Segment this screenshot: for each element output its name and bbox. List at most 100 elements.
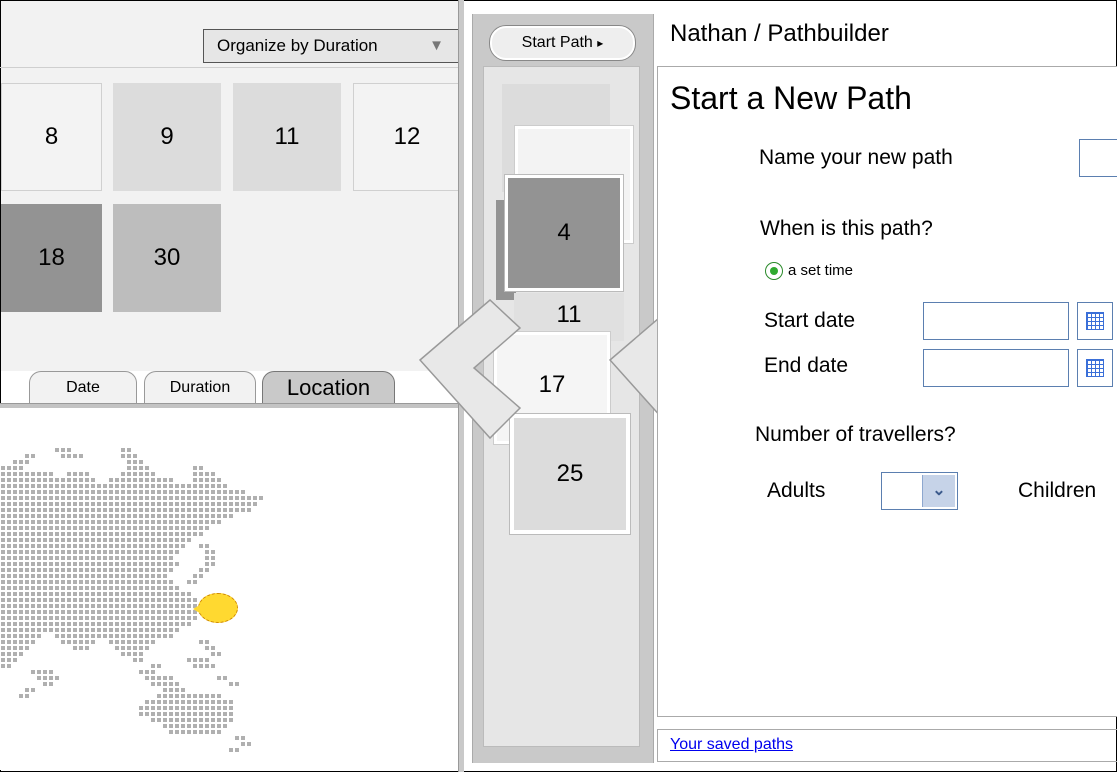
map-dot [115, 562, 119, 566]
duration-tile[interactable]: 9 [113, 83, 221, 191]
calendar-icon [1086, 312, 1104, 330]
map-dot [151, 544, 155, 548]
map-dot [205, 490, 209, 494]
duration-tile[interactable]: 30 [113, 204, 221, 312]
map-dot [25, 532, 29, 536]
map-dot [67, 640, 71, 644]
set-time-label: a set time [788, 262, 854, 279]
map-dot [139, 544, 143, 548]
map-dot [211, 652, 215, 656]
map-dot [169, 688, 173, 692]
map-dot [187, 580, 191, 584]
map-dot [169, 592, 173, 596]
map-dot [169, 562, 173, 566]
map-dot [73, 586, 77, 590]
organize-dropdown[interactable]: Organize by Duration ▼ [203, 29, 459, 63]
map-dot [181, 592, 185, 596]
map-dot [55, 550, 59, 554]
location-pin-icon[interactable] [193, 593, 238, 623]
map-dot [31, 490, 35, 494]
map-dot [25, 496, 29, 500]
map-dot [121, 580, 125, 584]
map-dot [169, 532, 173, 536]
map-dot [127, 484, 131, 488]
tab-label: Location [286, 375, 371, 400]
map-dot [79, 514, 83, 518]
map-dot [115, 586, 119, 590]
map-dot [121, 532, 125, 536]
map-dot [7, 478, 11, 482]
map-dot [223, 718, 227, 722]
map-dot [103, 526, 107, 530]
map-dot [121, 628, 125, 632]
map-dot [85, 568, 89, 572]
map-dot [175, 502, 179, 506]
map-dot [193, 532, 197, 536]
map-dot [127, 634, 131, 638]
map-dot [139, 574, 143, 578]
map-dot [121, 604, 125, 608]
map-dot [163, 616, 167, 620]
map-dot [49, 682, 53, 686]
breadcrumb: Nathan / Pathbuilder [670, 20, 889, 47]
map-dot [151, 490, 155, 494]
set-time-radio[interactable] [765, 262, 783, 280]
map-dot [55, 634, 59, 638]
travellers-label: Number of travellers? [755, 423, 956, 446]
map-dot [193, 580, 197, 584]
map-dot [187, 592, 191, 596]
map-dot [37, 538, 41, 542]
map-dot [193, 478, 197, 482]
map-dot [43, 484, 47, 488]
map-dot [199, 568, 203, 572]
map-dot [139, 526, 143, 530]
map-dot [139, 646, 143, 650]
map-dot [1, 544, 5, 548]
map-dot [151, 502, 155, 506]
map-dot [67, 568, 71, 572]
map-dot [43, 682, 47, 686]
map-dot [91, 568, 95, 572]
map-dot [181, 610, 185, 614]
map-dot [19, 544, 23, 548]
map-dot [109, 622, 113, 626]
stacked-card[interactable]: 4 [505, 175, 623, 291]
map-dot [37, 502, 41, 506]
dropdown-arrow-icon: ▼ [429, 37, 444, 54]
path-name-input[interactable] [1079, 139, 1117, 177]
map-dot [67, 532, 71, 536]
duration-tile[interactable]: 12 [353, 83, 461, 191]
tab-duration[interactable]: Duration [144, 371, 256, 403]
map-dot [139, 508, 143, 512]
duration-tile[interactable]: 8 [1, 83, 102, 191]
map-dot [25, 520, 29, 524]
start-date-input[interactable] [923, 302, 1069, 340]
map-dot [13, 490, 17, 494]
location-map[interactable] [0, 408, 462, 770]
map-dot [49, 562, 53, 566]
duration-tile[interactable]: 11 [233, 83, 341, 191]
duration-tile[interactable]: 18 [1, 204, 102, 312]
map-dot [241, 496, 245, 500]
map-dot [55, 520, 59, 524]
map-dot [121, 556, 125, 560]
start-date-calendar-button[interactable] [1077, 302, 1113, 340]
map-dot [19, 604, 23, 608]
tab-location[interactable]: Location [262, 371, 395, 403]
tab-date[interactable]: Date [29, 371, 137, 403]
map-dot [25, 508, 29, 512]
map-dot [37, 628, 41, 632]
map-dot [25, 568, 29, 572]
map-dot [91, 526, 95, 530]
map-dot [109, 538, 113, 542]
map-dot [55, 580, 59, 584]
map-dot [175, 694, 179, 698]
start-path-button[interactable]: Start Path ▸ [490, 26, 635, 60]
end-date-input[interactable] [923, 349, 1069, 387]
map-dot [31, 640, 35, 644]
adults-select[interactable]: ⌄ [881, 472, 958, 510]
map-dot [187, 502, 191, 506]
map-dot [79, 472, 83, 476]
saved-paths-link[interactable]: Your saved paths [670, 736, 793, 754]
end-date-calendar-button[interactable] [1077, 349, 1113, 387]
